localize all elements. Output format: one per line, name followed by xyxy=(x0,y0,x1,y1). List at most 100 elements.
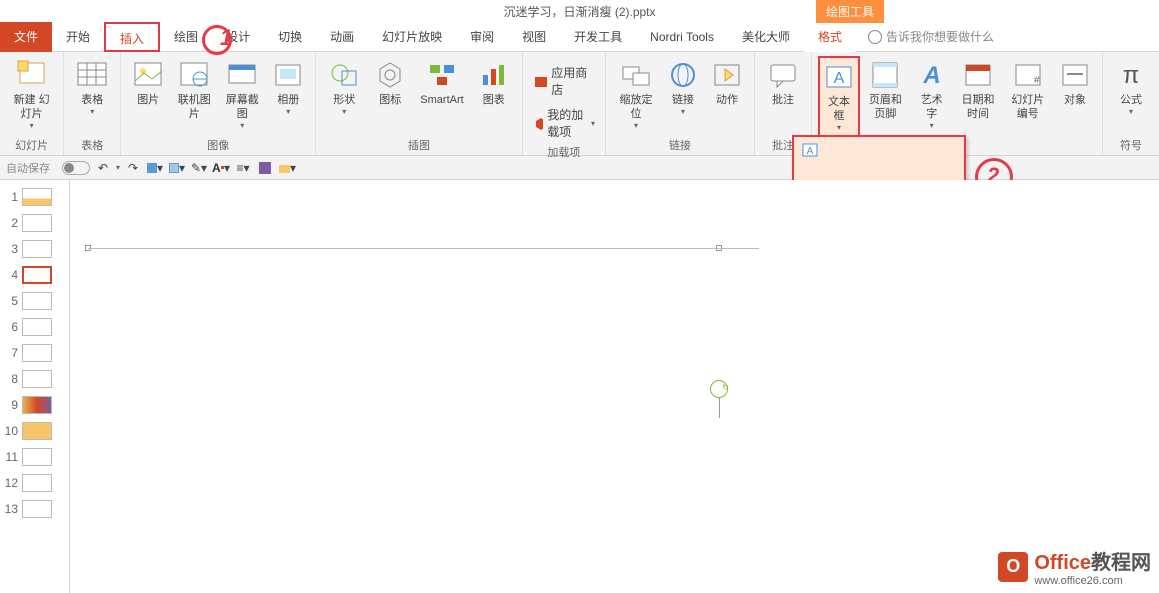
watermark: O Office教程网 www.office26.com xyxy=(998,546,1151,587)
album-icon xyxy=(272,59,304,91)
tab-transition[interactable]: 切换 xyxy=(264,22,316,52)
equation-label: 公式 xyxy=(1120,93,1142,107)
chevron-down-icon: ▾ xyxy=(342,107,346,116)
redo-button[interactable]: ↷ xyxy=(124,159,142,177)
slide-thumbnails[interactable]: 1 2 3 4 5 6 7 8 9 10 11 12 13 xyxy=(0,180,70,593)
thumbnail-6[interactable]: 6 xyxy=(2,314,67,340)
watermark-url: www.office26.com xyxy=(1034,575,1151,587)
textbox-label: 文本框 xyxy=(826,95,852,123)
icons-label: 图标 xyxy=(379,93,401,107)
slide-canvas[interactable]: ↻ xyxy=(70,180,1159,593)
chevron-down-icon: ▾ xyxy=(591,119,595,128)
lightbulb-icon xyxy=(868,30,882,44)
thumbnail-2[interactable]: 2 xyxy=(2,210,67,236)
thumbnail-9[interactable]: 9 xyxy=(2,392,67,418)
thumbnail-10[interactable]: 10 xyxy=(2,418,67,444)
qat-shape2[interactable]: ▾ xyxy=(168,159,186,177)
tab-slideshow[interactable]: 幻灯片放映 xyxy=(368,22,456,52)
tab-insert[interactable]: 插入 xyxy=(104,22,160,52)
chevron-down-icon: ▾ xyxy=(634,121,638,130)
store-icon xyxy=(533,73,548,89)
thumbnail-4[interactable]: 4 xyxy=(2,262,67,288)
comment-button[interactable]: 批注 xyxy=(761,56,805,110)
tab-developer[interactable]: 开发工具 xyxy=(560,22,636,52)
chevron-down-icon: ▾ xyxy=(30,121,34,130)
textbox-button[interactable]: A 文本框 ▾ xyxy=(818,56,860,137)
picture-button[interactable]: 图片 xyxy=(127,56,169,110)
save-icon xyxy=(258,161,272,175)
thumbnail-1[interactable]: 1 xyxy=(2,184,67,210)
album-button[interactable]: 相册 ▾ xyxy=(267,56,309,119)
tab-review[interactable]: 审阅 xyxy=(456,22,508,52)
wordart-button[interactable]: A 艺术字 ▾ xyxy=(911,56,953,133)
header-footer-button[interactable]: 页眉和页脚 xyxy=(862,56,909,124)
group-label-images: 图像 xyxy=(127,135,309,153)
link-label: 链接 xyxy=(672,93,694,107)
tab-file[interactable]: 文件 xyxy=(0,22,52,52)
autosave-toggle[interactable] xyxy=(62,161,90,175)
group-addins: 应用商店 我的加载项 ▾ 加载项 xyxy=(523,52,606,155)
qat-folder[interactable]: ▾ xyxy=(278,159,296,177)
picture-label: 图片 xyxy=(137,93,159,107)
thumbnail-11[interactable]: 11 xyxy=(2,444,67,470)
smartart-icon xyxy=(426,59,458,91)
tab-animation[interactable]: 动画 xyxy=(316,22,368,52)
chevron-down-icon: ▾ xyxy=(930,121,934,130)
qat-font-color[interactable]: A▾ xyxy=(212,159,230,177)
link-button[interactable]: 链接 ▾ xyxy=(662,56,704,119)
store-button[interactable]: 应用商店 xyxy=(529,62,599,100)
group-label-addins: 加载项 xyxy=(529,142,599,160)
shapes-button[interactable]: 形状 ▾ xyxy=(322,56,366,119)
icons-button[interactable]: 图标 xyxy=(368,56,412,110)
qat-pen[interactable]: ✎▾ xyxy=(190,159,208,177)
annotation-number-1: 1 xyxy=(220,25,232,51)
rotation-handle[interactable]: ↻ xyxy=(710,380,728,418)
my-addins-button[interactable]: 我的加载项 ▾ xyxy=(529,104,599,142)
equation-button[interactable]: π 公式 ▾ xyxy=(1109,56,1153,119)
tab-home[interactable]: 开始 xyxy=(52,22,104,52)
chevron-down-icon[interactable]: ▾ xyxy=(116,163,120,172)
thumbnail-8[interactable]: 8 xyxy=(2,366,67,392)
datetime-button[interactable]: 日期和时间 xyxy=(955,56,1002,124)
smartart-button[interactable]: SmartArt xyxy=(414,56,469,110)
datetime-icon xyxy=(962,59,994,91)
group-label-links: 链接 xyxy=(612,135,748,153)
action-button[interactable]: 动作 xyxy=(706,56,748,110)
wordart-label: 艺术字 xyxy=(917,93,947,121)
chevron-down-icon: ▾ xyxy=(837,123,841,132)
document-title: 沉迷学习，日渐消瘦 (2).pptx xyxy=(503,3,655,20)
tab-format[interactable]: 格式 xyxy=(804,22,856,52)
qat-shape1[interactable]: ▾ xyxy=(146,159,164,177)
svg-text:A: A xyxy=(922,62,940,89)
zoom-label: 缩放定 位 xyxy=(618,93,654,121)
folder-icon xyxy=(278,161,290,175)
qat-align[interactable]: ≡▾ xyxy=(234,159,252,177)
zoom-button[interactable]: 缩放定 位 ▾ xyxy=(612,56,660,133)
chevron-down-icon: ▾ xyxy=(90,107,94,116)
tab-nordri[interactable]: Nordri Tools xyxy=(636,22,728,52)
tell-me-search[interactable]: 告诉我你想要做什么 xyxy=(868,28,994,45)
autosave-label: 自动保存 xyxy=(6,160,50,176)
thumbnail-12[interactable]: 12 xyxy=(2,470,67,496)
group-tables: 表格 ▾ 表格 xyxy=(64,52,121,155)
tab-beautify[interactable]: 美化大师 xyxy=(728,22,804,52)
chart-button[interactable]: 图表 xyxy=(472,56,516,110)
table-button[interactable]: 表格 ▾ xyxy=(70,56,114,119)
thumbnail-7[interactable]: 7 xyxy=(2,340,67,366)
group-symbols: π 公式 ▾ 符号 xyxy=(1103,52,1159,155)
tab-view[interactable]: 视图 xyxy=(508,22,560,52)
new-slide-button[interactable]: 新建 幻灯片 ▾ xyxy=(6,56,57,133)
slide-number-button[interactable]: # 幻灯片 编号 xyxy=(1003,56,1052,124)
thumbnail-5[interactable]: 5 xyxy=(2,288,67,314)
object-button[interactable]: 对象 xyxy=(1054,56,1096,110)
chevron-down-icon: ▾ xyxy=(286,107,290,116)
thumbnail-13[interactable]: 13 xyxy=(2,496,67,522)
screenshot-button[interactable]: 屏幕截图 ▾ xyxy=(219,56,265,133)
qat-save[interactable] xyxy=(256,159,274,177)
undo-button[interactable]: ↶ xyxy=(94,159,112,177)
chevron-down-icon: ▾ xyxy=(1129,107,1133,116)
thumbnail-3[interactable]: 3 xyxy=(2,236,67,262)
contextual-tab-drawing-tools: 绘图工具 xyxy=(816,0,884,23)
icons-icon xyxy=(374,59,406,91)
online-picture-button[interactable]: 联机图片 xyxy=(171,56,217,124)
